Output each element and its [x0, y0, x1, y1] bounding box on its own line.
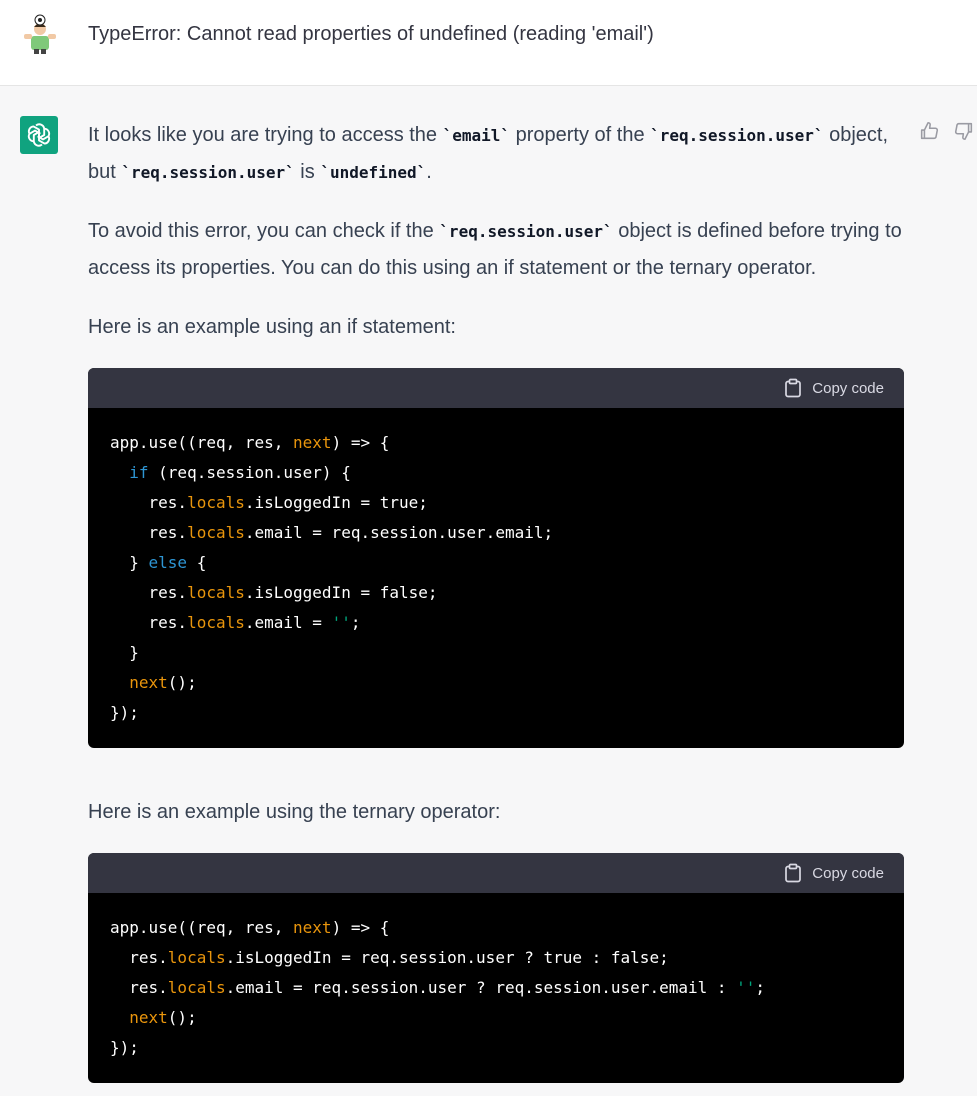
text-span: . — [426, 161, 432, 183]
copy-code-button[interactable]: Copy code — [784, 853, 884, 893]
code-token: res. — [110, 613, 188, 632]
code-token: (); — [167, 1008, 197, 1027]
text-span: It looks like you are trying to access t… — [88, 124, 443, 146]
code-token: res. — [110, 948, 168, 967]
code-token: res. — [110, 523, 188, 542]
code-token: locals — [167, 978, 226, 997]
code-token: locals — [187, 583, 245, 602]
code-token: next — [129, 1008, 168, 1027]
code-token: } — [110, 643, 139, 662]
copy-code-label: Copy code — [812, 864, 884, 882]
code-token: next — [293, 433, 332, 452]
assistant-avatar — [20, 116, 58, 154]
code-token: if — [129, 463, 149, 482]
code-token: .email = req.session.user.email; — [244, 523, 554, 542]
assistant-message-row: It looks like you are trying to access t… — [0, 86, 977, 1096]
code-block-ternary: Copy code app.use((req, res, next) => { … — [88, 853, 904, 1083]
answer-paragraph-4: Here is an example using the ternary ope… — [88, 801, 501, 823]
code-token: .isLoggedIn = true; — [244, 493, 428, 512]
text-span: property of the — [510, 124, 651, 146]
code-token: next — [293, 918, 332, 937]
copy-code-label: Copy code — [812, 379, 884, 397]
user-message-row: TypeError: Cannot read properties of und… — [0, 0, 977, 86]
code-block-header: Copy code — [88, 368, 904, 408]
inline-code-undefined: `undefined` — [320, 163, 427, 182]
inline-code-session-user: `req.session.user` — [439, 222, 613, 241]
code-token: next — [129, 673, 168, 692]
code-token: .email = — [244, 613, 332, 632]
clipboard-icon — [785, 378, 802, 398]
copy-code-button[interactable]: Copy code — [784, 368, 884, 408]
inline-code-session-user: `req.session.user` — [650, 126, 824, 145]
code-token: }); — [110, 1038, 139, 1057]
inline-code-email: `email` — [442, 126, 511, 145]
code-token: { — [187, 553, 207, 572]
code-token: '' — [331, 613, 351, 632]
code-token: locals — [187, 613, 245, 632]
answer-paragraph-2: To avoid this error, you can check if th… — [88, 213, 903, 286]
code-block-header: Copy code — [88, 853, 904, 893]
clipboard-icon — [785, 863, 802, 883]
code-token: .isLoggedIn = false; — [244, 583, 438, 602]
openai-logo-icon — [27, 123, 51, 147]
code-token: } — [110, 553, 149, 572]
code-token: ; — [350, 613, 361, 632]
code-content: app.use((req, res, next) => { res.locals… — [88, 893, 904, 1083]
thumbs-up-icon[interactable] — [918, 120, 940, 142]
code-token: locals — [187, 523, 245, 542]
code-token: ; — [755, 978, 766, 997]
code-token: '' — [736, 978, 756, 997]
code-block-if: Copy code app.use((req, res, next) => { … — [88, 368, 904, 748]
code-content: app.use((req, res, next) => { if (req.se… — [88, 408, 904, 748]
code-token: ) => { — [331, 918, 390, 937]
code-token: }); — [110, 703, 139, 722]
code-token: .email = req.session.user ? req.session.… — [225, 978, 737, 997]
text-span: To avoid this error, you can check if th… — [88, 220, 440, 242]
code-token: app.use((req, res, — [110, 433, 294, 452]
code-token: ) => { — [331, 433, 390, 452]
inline-code-session-user: `req.session.user` — [121, 163, 295, 182]
code-token: (req.session.user) { — [148, 463, 351, 482]
code-token: res. — [110, 493, 188, 512]
user-message-text: TypeError: Cannot read properties of und… — [88, 23, 654, 45]
user-avatar-icon — [20, 14, 60, 54]
code-token: (); — [167, 673, 197, 692]
answer-paragraph-3: Here is an example using an if statement… — [88, 316, 456, 338]
answer-paragraph-1: It looks like you are trying to access t… — [88, 117, 903, 191]
code-token: res. — [110, 583, 188, 602]
code-token: else — [148, 553, 188, 572]
code-token: .isLoggedIn = req.session.user ? true : … — [225, 948, 669, 967]
code-token: res. — [110, 978, 168, 997]
text-span: is — [294, 161, 321, 183]
code-token: locals — [187, 493, 245, 512]
thumbs-down-icon[interactable] — [953, 120, 975, 142]
user-avatar — [20, 14, 60, 54]
code-token: locals — [167, 948, 226, 967]
code-token: app.use((req, res, — [110, 918, 294, 937]
